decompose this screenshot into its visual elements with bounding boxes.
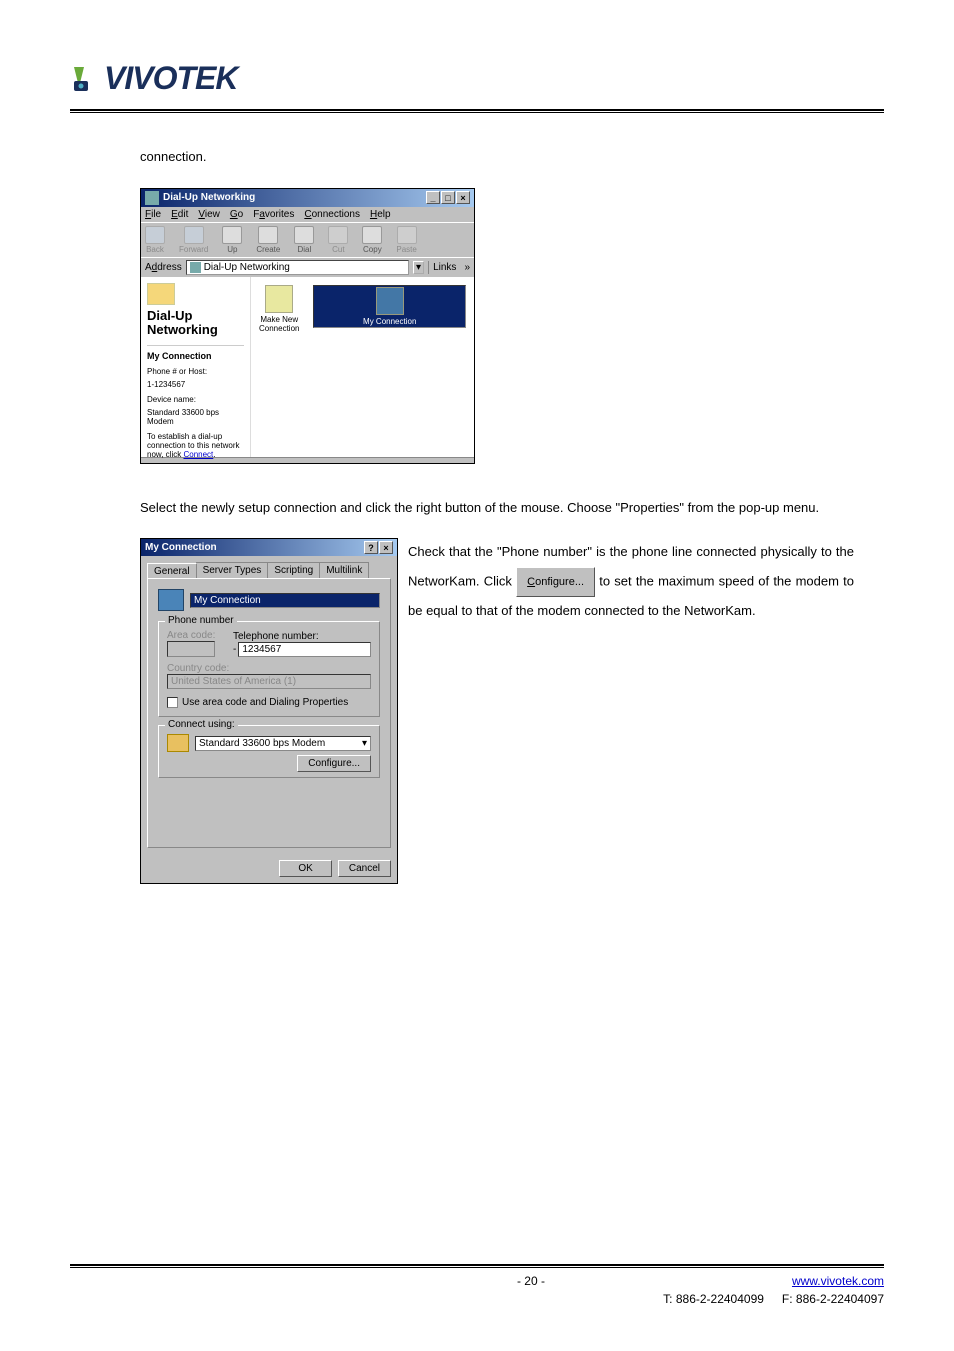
close-icon[interactable]: × xyxy=(379,541,393,554)
help-text: To establish a dial-up connection to thi… xyxy=(147,432,244,459)
tab-general[interactable]: General xyxy=(147,563,197,579)
dialup-window: Dial-Up Networking _ □ × File Edit View … xyxy=(140,188,475,464)
dialog-titlebar: My Connection ? × xyxy=(141,539,397,556)
help-icon[interactable]: ? xyxy=(364,541,378,554)
menubar: File Edit View Go Favorites Connections … xyxy=(141,207,474,222)
header-rule xyxy=(70,109,884,113)
page-footer: - 20 - www.vivotek.com T: 886-2-22404099… xyxy=(70,1264,884,1306)
close-icon[interactable]: × xyxy=(456,191,470,204)
forward-button[interactable]: Forward xyxy=(179,226,208,254)
icon-pane: Make New Connection My Connection xyxy=(251,277,474,457)
device-value: Standard 33600 bps Modem xyxy=(147,408,244,426)
tab-server-types[interactable]: Server Types xyxy=(196,562,269,578)
my-connection-dialog: My Connection ? × General Server Types S… xyxy=(140,538,398,884)
menu-favorites[interactable]: Favorites xyxy=(253,209,294,220)
make-new-connection-icon[interactable]: Make New Connection xyxy=(259,285,299,333)
check-paragraph: Check that the "Phone number" is the pho… xyxy=(408,538,854,625)
address-label: Address xyxy=(145,262,182,273)
connection-name-field[interactable]: My Connection xyxy=(190,593,380,608)
connect-using-legend: Connect using: xyxy=(165,719,238,730)
use-area-code-checkbox[interactable]: Use area code and Dialing Properties xyxy=(167,697,371,708)
connect-using-groupbox: Connect using: Standard 33600 bps Modem … xyxy=(158,725,380,778)
dial-button[interactable]: Dial xyxy=(294,226,314,254)
tab-multilink[interactable]: Multilink xyxy=(319,562,369,578)
folder-icon xyxy=(190,262,201,273)
address-field[interactable]: Dial-Up Networking xyxy=(186,260,409,275)
tab-scripting[interactable]: Scripting xyxy=(267,562,320,578)
dropdown-icon[interactable]: ▾ xyxy=(413,261,424,274)
selection-name: My Connection xyxy=(147,351,244,361)
window-title: Dial-Up Networking xyxy=(163,192,255,203)
minimize-icon[interactable]: _ xyxy=(426,191,440,204)
footer-tel: T: 886-2-22404099 xyxy=(663,1292,764,1306)
country-label: Country code: xyxy=(167,663,371,674)
titlebar: Dial-Up Networking _ □ × xyxy=(141,189,474,207)
dialog-footer: OK Cancel xyxy=(141,854,397,883)
phone-value: 1-1234567 xyxy=(147,380,244,389)
my-connection-icon[interactable]: My Connection xyxy=(313,285,466,328)
menu-file[interactable]: File xyxy=(145,209,161,220)
cut-button[interactable]: Cut xyxy=(328,226,348,254)
cancel-button[interactable]: Cancel xyxy=(338,860,391,877)
copy-button[interactable]: Copy xyxy=(362,226,382,254)
connection-icon xyxy=(158,589,184,611)
up-button[interactable]: Up xyxy=(222,226,242,254)
chevron-down-icon: ▾ xyxy=(362,738,367,749)
menu-help[interactable]: Help xyxy=(370,209,391,220)
modem-icon xyxy=(167,734,189,752)
back-button[interactable]: Back xyxy=(145,226,165,254)
configure-button[interactable]: Configure... xyxy=(297,755,371,772)
footer-fax: F: 886-2-22404097 xyxy=(782,1292,884,1306)
area-code-label: Area code: xyxy=(167,630,227,641)
connect-link[interactable]: Connect xyxy=(183,450,213,459)
menu-connections[interactable]: Connections xyxy=(304,209,360,220)
maximize-icon[interactable]: □ xyxy=(441,191,455,204)
dialup-screenshot: Dial-Up Networking _ □ × File Edit View … xyxy=(140,188,854,464)
paste-button[interactable]: Paste xyxy=(396,226,416,254)
menu-view[interactable]: View xyxy=(198,209,220,220)
select-paragraph: Select the newly setup connection and cl… xyxy=(140,494,854,523)
links-chevron-icon: » xyxy=(464,262,470,273)
pane-title: Dial-Up Networking xyxy=(147,309,244,338)
folder-icon xyxy=(147,283,175,305)
address-bar: Address Dial-Up Networking ▾ Links » xyxy=(141,257,474,277)
page-number: - 20 - xyxy=(270,1274,792,1288)
intro-paragraph: connection. xyxy=(140,143,854,172)
telephone-label: Telephone number: xyxy=(233,631,371,642)
checkbox-icon xyxy=(167,697,178,708)
configure-button-ref: Configure... xyxy=(516,567,595,597)
menu-edit[interactable]: Edit xyxy=(171,209,188,220)
dialog-body: General Server Types Scripting Multilink… xyxy=(141,556,397,854)
footer-rule xyxy=(70,1264,884,1268)
tabstrip: General Server Types Scripting Multilink xyxy=(147,562,391,578)
modem-select[interactable]: Standard 33600 bps Modem ▾ xyxy=(195,736,371,751)
footer-url[interactable]: www.vivotek.com xyxy=(792,1274,884,1288)
phone-legend: Phone number xyxy=(165,615,237,626)
tab-panel: My Connection Phone number Area code: Te… xyxy=(147,578,391,848)
app-icon xyxy=(145,191,159,205)
telephone-field[interactable]: 1234567 xyxy=(238,642,371,657)
ok-button[interactable]: OK xyxy=(279,860,331,877)
country-select: United States of America (1) xyxy=(167,674,371,689)
create-button[interactable]: Create xyxy=(256,226,280,254)
phone-groupbox: Phone number Area code: Telephone number… xyxy=(158,621,380,717)
logo-text: VIVOTEK xyxy=(104,60,237,97)
logo: VIVOTEK xyxy=(70,60,884,97)
explorer-body: Dial-Up Networking My Connection Phone #… xyxy=(141,277,474,457)
links-label[interactable]: Links xyxy=(428,261,460,274)
logo-icon xyxy=(70,65,98,93)
info-pane: Dial-Up Networking My Connection Phone #… xyxy=(141,277,251,457)
menu-go[interactable]: Go xyxy=(230,209,243,220)
toolbar: Back Forward Up Create Dial Cut Copy Pas… xyxy=(141,222,474,257)
window-controls: _ □ × xyxy=(426,191,470,204)
area-code-field xyxy=(167,641,215,657)
phone-label: Phone # or Host: xyxy=(147,367,244,376)
dialog-title: My Connection xyxy=(145,542,217,553)
device-label: Device name: xyxy=(147,395,244,404)
